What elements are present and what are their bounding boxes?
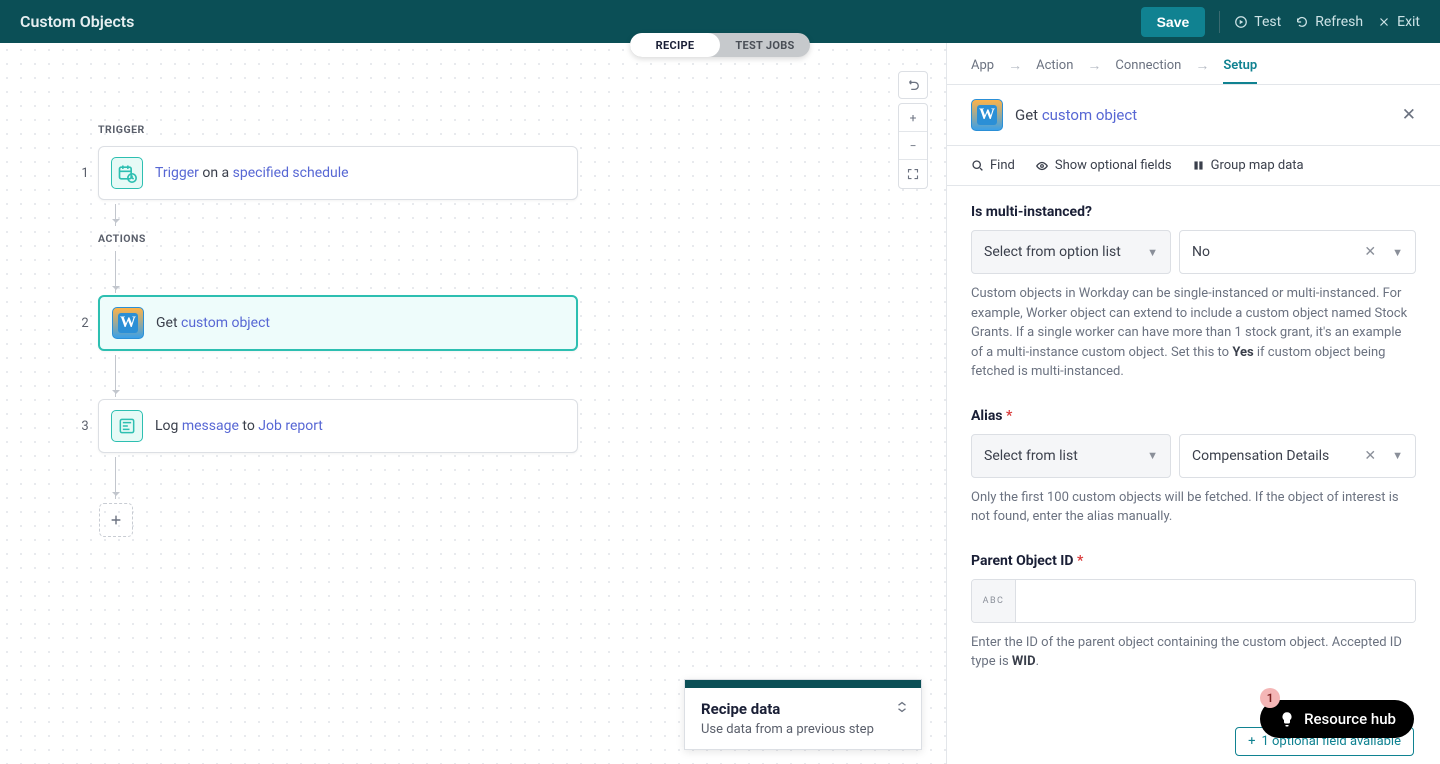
chevron-right-icon: →: [1195, 57, 1209, 74]
header-actions: Save Test Refresh Exit: [1141, 7, 1420, 37]
columns-icon: [1192, 159, 1205, 172]
step-3[interactable]: 3 Log message to Job report: [98, 399, 578, 453]
field-alias: Alias * Select from list ▼ Compensation …: [971, 408, 1416, 527]
refresh-icon: [1295, 15, 1309, 29]
plus-icon: [109, 513, 123, 527]
resource-hub-button[interactable]: Resource hub: [1260, 700, 1414, 738]
tab-recipe[interactable]: RECIPE: [630, 33, 720, 57]
reset-zoom-button[interactable]: [898, 71, 928, 99]
setup-panel: App → Action → Connection → Setup W Get …: [947, 43, 1440, 764]
connector: [115, 251, 116, 293]
workday-icon: W: [971, 99, 1003, 131]
clear-icon[interactable]: ✕: [1364, 244, 1376, 260]
crumb-action[interactable]: Action: [1036, 58, 1073, 73]
parent-id-input-wrap: ABC: [971, 579, 1416, 623]
workday-icon: W: [112, 307, 144, 339]
type-badge: ABC: [972, 580, 1016, 622]
selector-mode[interactable]: Select from list ▼: [971, 434, 1171, 478]
fit-screen-button[interactable]: [899, 160, 927, 188]
selector-value[interactable]: No ✕ ▼: [1179, 230, 1416, 274]
parent-id-input[interactable]: [1016, 580, 1415, 622]
field-parent-object-id: Parent Object ID * ABC Enter the ID of t…: [971, 553, 1416, 672]
group-map-button[interactable]: Group map data: [1192, 158, 1304, 173]
field-multi-instanced: Is multi-instanced? Select from option l…: [971, 204, 1416, 382]
plus-icon: +: [1248, 734, 1255, 749]
field-label: Is multi-instanced?: [971, 204, 1416, 220]
actions-section-label: ACTIONS: [98, 232, 578, 245]
zoom-in-button[interactable]: +: [899, 104, 927, 132]
step-1-text: Trigger on a specified schedule: [155, 165, 349, 181]
play-icon: [1234, 15, 1248, 29]
add-step-button[interactable]: [99, 503, 133, 537]
crumb-setup[interactable]: Setup: [1223, 58, 1257, 73]
recipe-data-subtitle: Use data from a previous step: [701, 722, 905, 737]
page-title: Custom Objects: [20, 12, 134, 31]
chevron-down-icon: ▼: [1392, 449, 1403, 462]
lightbulb-icon: [1278, 710, 1296, 728]
connector: [115, 355, 116, 397]
search-icon: [971, 159, 984, 172]
step-2[interactable]: 2 W Get custom object: [98, 295, 578, 351]
selector-value[interactable]: Compensation Details ✕ ▼: [1179, 434, 1416, 478]
connector: [115, 204, 116, 226]
chevron-right-icon: →: [1008, 57, 1022, 74]
zoom-out-button[interactable]: −: [899, 132, 927, 160]
close-icon: [1377, 15, 1391, 29]
help-text: Only the first 100 custom objects will b…: [971, 488, 1416, 527]
zoom-controls: + −: [898, 103, 928, 189]
step-2-text: Get custom object: [156, 315, 270, 331]
step-3-text: Log message to Job report: [155, 418, 323, 434]
crumb-connection[interactable]: Connection: [1115, 58, 1181, 73]
exit-button[interactable]: Exit: [1377, 14, 1420, 30]
panel-title: Get custom object: [1015, 106, 1137, 124]
divider: [1219, 11, 1220, 33]
breadcrumb: App → Action → Connection → Setup: [947, 43, 1440, 85]
expand-icon[interactable]: [895, 700, 909, 714]
field-label: Alias *: [971, 408, 1416, 424]
show-optional-button[interactable]: Show optional fields: [1035, 158, 1172, 173]
form-body[interactable]: Is multi-instanced? Select from option l…: [947, 186, 1440, 764]
recipe-canvas[interactable]: + − TRIGGER 1 Trigger on a specified sch…: [0, 43, 947, 764]
crumb-app[interactable]: App: [971, 58, 994, 73]
view-tabs: RECIPE TEST JOBS: [630, 33, 810, 57]
log-icon: [111, 410, 143, 442]
eye-icon: [1035, 159, 1049, 173]
field-label: Parent Object ID *: [971, 553, 1416, 569]
connector: [115, 457, 116, 499]
notification-badge[interactable]: 1: [1260, 688, 1280, 708]
recipe-data-panel[interactable]: Recipe data Use data from a previous ste…: [684, 679, 922, 750]
test-button[interactable]: Test: [1234, 14, 1281, 30]
schedule-icon: [111, 157, 143, 189]
close-panel-button[interactable]: ✕: [1402, 105, 1416, 125]
chevron-down-icon: ▼: [1147, 246, 1158, 259]
help-text: Enter the ID of the parent object contai…: [971, 633, 1416, 672]
help-text: Custom objects in Workday can be single-…: [971, 284, 1416, 382]
panel-toolbar: Find Show optional fields Group map data: [947, 146, 1440, 186]
expand-icon: [907, 168, 919, 180]
recipe-data-title: Recipe data: [701, 700, 905, 718]
find-button[interactable]: Find: [971, 158, 1015, 173]
selector-mode[interactable]: Select from option list ▼: [971, 230, 1171, 274]
panel-header: W Get custom object ✕: [947, 85, 1440, 146]
clear-icon[interactable]: ✕: [1364, 448, 1376, 464]
undo-icon: [906, 78, 920, 92]
refresh-button[interactable]: Refresh: [1295, 14, 1363, 30]
trigger-section-label: TRIGGER: [98, 123, 578, 136]
save-button[interactable]: Save: [1141, 7, 1206, 37]
chevron-down-icon: ▼: [1392, 246, 1403, 259]
step-1[interactable]: 1 Trigger on a specified schedule: [98, 146, 578, 200]
chevron-down-icon: ▼: [1147, 449, 1158, 462]
tab-test-jobs[interactable]: TEST JOBS: [720, 33, 810, 57]
chevron-right-icon: →: [1087, 57, 1101, 74]
